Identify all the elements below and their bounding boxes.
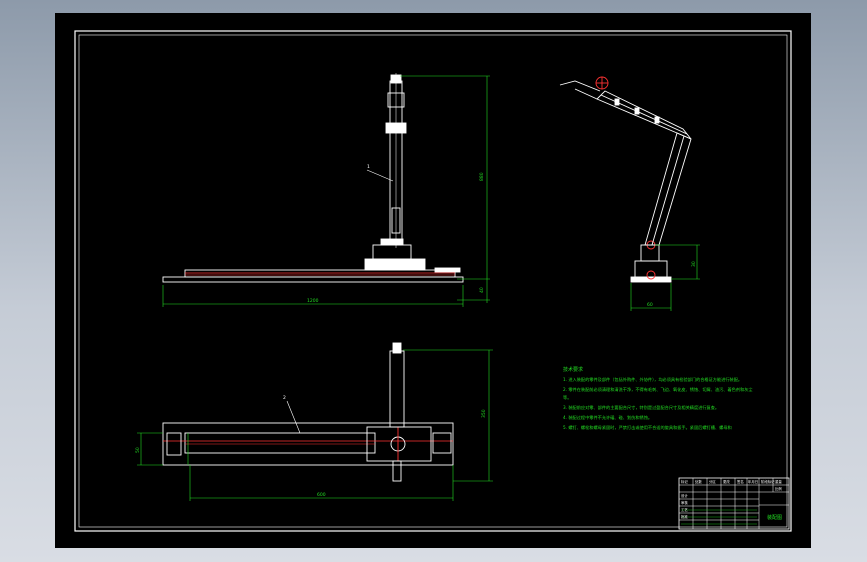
tb-cell-10: 阶段标记 xyxy=(761,479,775,484)
tb-cell-2: 分区 xyxy=(709,479,716,484)
top-height-dim: 350 xyxy=(481,409,487,418)
front-base-plate xyxy=(162,276,464,283)
tb-cell-0: 标记 xyxy=(681,479,688,484)
front-carriage xyxy=(364,258,426,271)
tb-cell-11: 重量 xyxy=(775,479,782,484)
outer-frame xyxy=(74,30,792,532)
tb-cell-6: 设计 xyxy=(681,493,688,498)
top-carriage xyxy=(366,426,432,462)
tb-cell-1: 处数 xyxy=(695,479,702,484)
notes-line-4: 3. 装配前应对零、部件的主要配合尺寸，特别是过盈配合尺寸及相关精度进行复查。 xyxy=(563,404,719,411)
side-gripper xyxy=(559,80,601,100)
notes-line-6: 5. 螺钉、螺栓和螺母紧固时，严禁打击或使用不合适的旋具和扳手。紧固后螺钉槽、螺… xyxy=(563,424,732,431)
technical-notes: 技术要求 1. 进入装配的零件及部件（包括外购件、外协件），均必须具有检验部门的… xyxy=(563,366,753,431)
tb-cell-7: 审核 xyxy=(681,500,688,505)
front-view xyxy=(162,73,464,283)
side-base-dim: 60 xyxy=(647,302,653,308)
title-block xyxy=(678,477,790,530)
front-height-dim: 880 xyxy=(479,172,485,181)
tb-cell-3: 更改 xyxy=(723,479,730,484)
top-length-dim: 600 xyxy=(317,492,326,498)
side-base xyxy=(630,276,672,283)
top-dimensions xyxy=(137,349,493,501)
notes-title: 技术要求 xyxy=(563,366,583,373)
tb-cell-9: 批准 xyxy=(681,514,688,519)
tb-cell-4: 签名 xyxy=(737,479,744,484)
top-leader-label: 2 xyxy=(283,395,286,401)
tb-cell-8: 工艺 xyxy=(681,507,688,512)
front-mount xyxy=(372,244,412,260)
notes-line-1: 1. 进入装配的零件及部件（包括外购件、外协件），均必须具有检验部门的合格证方能… xyxy=(563,376,742,383)
side-height-dim: 30 xyxy=(691,261,697,267)
front-rail xyxy=(184,269,456,278)
top-arm xyxy=(389,350,405,428)
tb-cell-12: 比例 xyxy=(775,486,782,491)
top-width-dim: 50 xyxy=(135,447,141,453)
notes-line-5: 4. 装配过程中零件不允许磕、碰、划伤和锈蚀。 xyxy=(563,414,652,421)
top-rail xyxy=(184,432,376,454)
side-carriage xyxy=(634,260,668,278)
side-upper-arm xyxy=(596,90,692,140)
drawing-canvas: 880 1200 40 1 30 60 350 600 50 2 技术要求 1.… xyxy=(74,30,792,532)
front-leader-label: 1 xyxy=(367,164,370,170)
notes-line-3: 等。 xyxy=(563,394,571,400)
drawing-sheet: 880 1200 40 1 30 60 350 600 50 2 技术要求 1.… xyxy=(55,13,811,548)
top-view xyxy=(162,342,454,482)
front-length-dim: 1200 xyxy=(307,298,319,304)
side-view xyxy=(559,76,692,283)
front-base-dim: 40 xyxy=(479,287,485,293)
notes-line-2: 2. 零件在装配前必须清理和清洗干净，不得有毛刺、飞边、氧化皮、锈蚀、切屑、油污… xyxy=(563,386,753,393)
tb-drawing-title: 装配图 xyxy=(767,514,782,521)
tb-cell-5: 年月日 xyxy=(748,479,758,484)
